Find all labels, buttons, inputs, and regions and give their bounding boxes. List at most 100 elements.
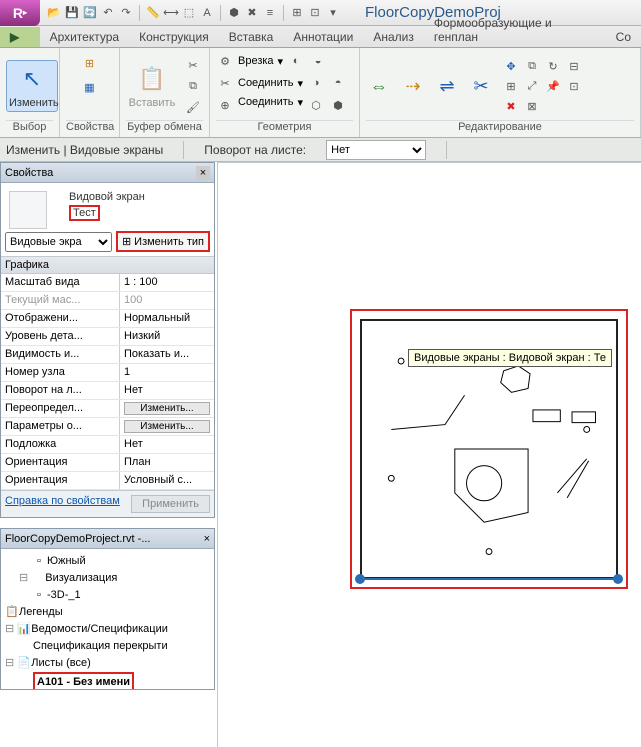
rotate-icon[interactable]: ↻	[544, 57, 562, 75]
property-row[interactable]: ПодложкаНет	[1, 436, 214, 454]
open-icon[interactable]: 📂	[46, 5, 62, 21]
property-value[interactable]: 100	[119, 292, 214, 309]
tab-architecture[interactable]: Архитектура	[40, 27, 130, 47]
save-icon[interactable]: 💾	[64, 5, 80, 21]
undo-icon[interactable]: ↶	[100, 5, 116, 21]
icon-b[interactable]: ◒	[309, 52, 327, 70]
tree-node[interactable]: ▫-3D-_1	[5, 587, 210, 604]
properties-help-link[interactable]: Справка по свойствам	[5, 495, 120, 513]
switch-window-icon[interactable]: ⊡	[307, 5, 323, 21]
tab-insert[interactable]: Вставка	[219, 27, 284, 47]
tree-node[interactable]: ▫Южный	[5, 553, 210, 570]
cut-geo-icon[interactable]: ✂	[216, 74, 234, 92]
tab-collab[interactable]: Со	[606, 27, 641, 47]
tab-structure[interactable]: Конструкция	[129, 27, 219, 47]
thin-lines-icon[interactable]: ≡	[262, 5, 278, 21]
dimension-icon[interactable]: ⟷	[163, 5, 179, 21]
property-value[interactable]: Показать и...	[119, 346, 214, 363]
rotation-select[interactable]: Нет	[326, 140, 426, 160]
property-row[interactable]: Масштаб вида1 : 100	[1, 274, 214, 292]
app-menu-button[interactable]: R▸	[0, 0, 40, 26]
paste-button[interactable]: 📋Вставить	[126, 63, 178, 109]
unpin-icon[interactable]: ⊡	[565, 77, 583, 95]
property-value[interactable]: Нормальный	[119, 310, 214, 327]
cope-icon[interactable]: ⚙	[216, 52, 234, 70]
scale-icon[interactable]: ⤢	[523, 77, 541, 95]
property-row[interactable]: Видимость и...Показать и...	[1, 346, 214, 364]
redo-icon[interactable]: ↷	[118, 5, 134, 21]
tree-node[interactable]: Визуализация	[5, 570, 210, 587]
close-icon[interactable]: ×	[196, 166, 210, 180]
join-icon[interactable]: ⊕	[216, 96, 234, 114]
property-value[interactable]: План	[119, 454, 214, 471]
pin-icon[interactable]: 📌	[544, 77, 562, 95]
copy2-icon[interactable]: ⧉	[523, 57, 541, 75]
offset-icon[interactable]: ⇢	[400, 73, 426, 99]
dropdown-icon[interactable]: ▾	[325, 5, 341, 21]
tab-modify-context[interactable]: ▶	[0, 27, 40, 47]
tab-analyze[interactable]: Анализ	[363, 27, 424, 47]
property-value[interactable]: Низкий	[119, 328, 214, 345]
property-value[interactable]: Нет	[119, 436, 214, 453]
tree-node[interactable]: A101 - Без имени	[5, 672, 210, 689]
property-row[interactable]: Отображени...Нормальный	[1, 310, 214, 328]
properties-icon[interactable]: ▦	[72, 76, 108, 98]
split-icon[interactable]: ✂	[468, 73, 494, 99]
property-value[interactable]: 1 : 100	[119, 274, 214, 291]
close-hidden-icon[interactable]: ⊞	[289, 5, 305, 21]
property-row[interactable]: Параметры о...Изменить...	[1, 418, 214, 436]
property-value[interactable]: 1	[119, 364, 214, 381]
properties-palette: Свойства× Видовой экран Тест Видовые экр…	[0, 162, 215, 518]
icon-f[interactable]: ⬢	[329, 96, 347, 114]
category-graphics[interactable]: Графика	[1, 256, 214, 274]
property-row[interactable]: Номер узла1	[1, 364, 214, 382]
property-row[interactable]: Поворот на л...Нет	[1, 382, 214, 400]
property-value[interactable]: Нет	[119, 382, 214, 399]
apply-button[interactable]: Применить	[131, 495, 210, 513]
drawing-canvas[interactable]: Видовые экраны : Видовой экран : Те	[217, 162, 641, 747]
panel-label-properties: Свойства	[66, 120, 113, 136]
type-selector[interactable]: Видовой экран Тест	[1, 183, 214, 227]
icon-a[interactable]: ◐	[287, 52, 305, 70]
tab-massing[interactable]: Формообразующие и генплан	[424, 13, 606, 47]
tab-annotate[interactable]: Аннотации	[283, 27, 363, 47]
close-icon[interactable]: ×	[204, 533, 210, 545]
icon-d[interactable]: ◓	[329, 74, 347, 92]
mirror-icon[interactable]: ⇌	[434, 73, 460, 99]
sync-icon[interactable]: 🔄	[82, 5, 98, 21]
property-value[interactable]: Изменить...	[119, 400, 214, 417]
modify-button[interactable]: ↖Изменить	[6, 60, 58, 112]
section-icon[interactable]: ✖	[244, 5, 260, 21]
tree-node[interactable]: 📄Листы (все)	[5, 655, 210, 672]
3d-icon[interactable]: ⬢	[226, 5, 242, 21]
group-icon[interactable]: ⊠	[523, 97, 541, 115]
match-icon[interactable]: 🖌	[184, 98, 202, 116]
property-value[interactable]: Условный с...	[119, 472, 214, 489]
type-properties-icon[interactable]: ⊞	[72, 52, 108, 74]
icon-e[interactable]: ⬡	[307, 96, 325, 114]
property-name: Текущий мас...	[1, 292, 119, 309]
align-icon[interactable]: ⇔	[366, 73, 392, 99]
tree-node[interactable]: 📋Легенды	[5, 604, 210, 621]
property-row[interactable]: Переопредел...Изменить...	[1, 400, 214, 418]
tree-view[interactable]: ▫ЮжныйВизуализация▫-3D-_1📋Легенды📊Ведомо…	[1, 549, 214, 689]
measure-icon[interactable]: 📏	[145, 5, 161, 21]
trim-icon[interactable]: ⊟	[565, 57, 583, 75]
filter-select[interactable]: Видовые экра	[5, 232, 112, 252]
property-row[interactable]: Текущий мас...100	[1, 292, 214, 310]
array-icon[interactable]: ⊞	[502, 77, 520, 95]
property-row[interactable]: Уровень дета...Низкий	[1, 328, 214, 346]
copy-icon[interactable]: ⧉	[184, 77, 202, 95]
move-icon[interactable]: ✥	[502, 57, 520, 75]
cut-icon[interactable]: ✂	[184, 56, 202, 74]
property-row[interactable]: ОриентацияУсловный с...	[1, 472, 214, 490]
tree-node[interactable]: 📊Ведомости/Спецификации	[5, 621, 210, 638]
tree-node[interactable]: Спецификация перекрыти	[5, 638, 210, 655]
property-value[interactable]: Изменить...	[119, 418, 214, 435]
delete-icon[interactable]: ✖	[502, 97, 520, 115]
property-row[interactable]: ОриентацияПлан	[1, 454, 214, 472]
edit-type-button[interactable]: ⊞Изменить тип	[116, 231, 210, 252]
tag-icon[interactable]: ⬚	[181, 5, 197, 21]
text-icon[interactable]: A	[199, 5, 215, 21]
icon-c[interactable]: ◑	[307, 74, 325, 92]
